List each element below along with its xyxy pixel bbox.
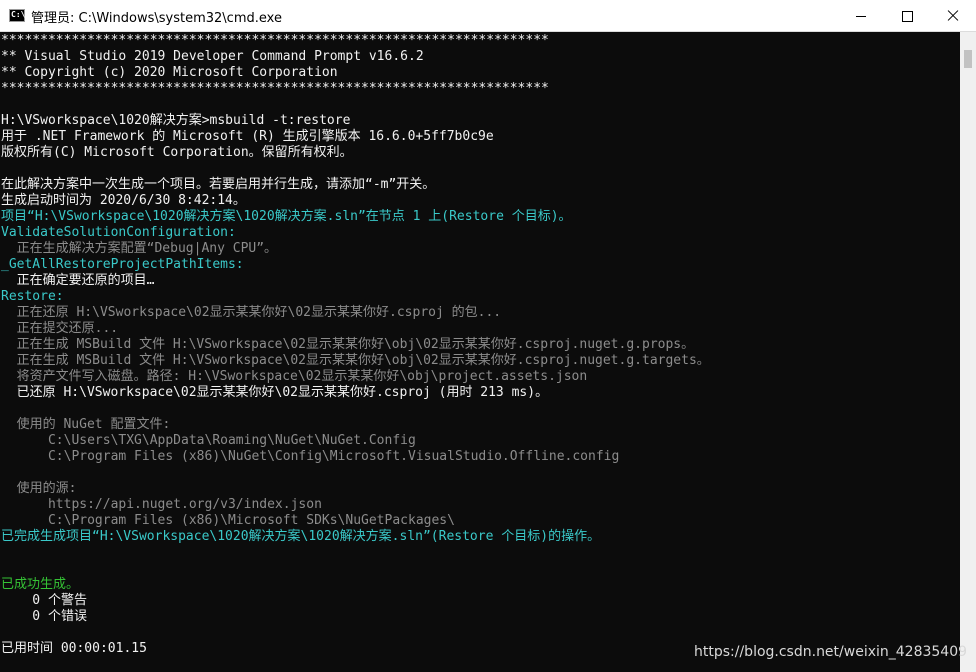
maximize-button[interactable] bbox=[884, 0, 930, 32]
maximize-icon bbox=[901, 10, 913, 22]
console-line: 正在确定要还原的项目… bbox=[1, 273, 155, 288]
console-line: 正在生成解决方案配置“Debug|Any CPU”。 bbox=[1, 241, 278, 256]
console-line: 版权所有(C) Microsoft Corporation。保留所有权利。 bbox=[1, 145, 353, 160]
console-line: C:\Program Files (x86)\Microsoft SDKs\Nu… bbox=[1, 513, 455, 528]
title-bar[interactable]: C:\ 管理员: C:\Windows\system32\cmd.exe bbox=[0, 0, 976, 32]
console-line: 0 个警告 bbox=[1, 593, 87, 608]
console-line: 已还原 H:\VSworkspace\02显示某某你好\02显示某某你好.csp… bbox=[1, 385, 549, 400]
scrollbar-thumb[interactable] bbox=[964, 50, 972, 68]
console-line: 正在还原 H:\VSworkspace\02显示某某你好\02显示某某你好.cs… bbox=[1, 305, 502, 320]
console-line: 用于 .NET Framework 的 Microsoft (R) 生成引擎版本… bbox=[1, 129, 494, 144]
console-line: 项目“H:\VSworkspace\1020解决方案\1020解决方案.sln”… bbox=[1, 209, 572, 224]
console-line: H:\VSworkspace\1020解决方案>msbuild -t:resto… bbox=[1, 113, 351, 128]
console-line: ** Visual Studio 2019 Developer Command … bbox=[1, 49, 424, 64]
console-line: Restore: bbox=[1, 289, 64, 304]
console-line: 已用时间 00:00:01.15 bbox=[1, 641, 147, 656]
console-line: 使用的 NuGet 配置文件: bbox=[1, 417, 171, 432]
console-line: _GetAllRestoreProjectPathItems: bbox=[1, 257, 244, 272]
console-line: 生成启动时间为 2020/6/30 8:42:14。 bbox=[1, 193, 246, 208]
console-line: 使用的源: bbox=[1, 481, 77, 496]
minimize-button[interactable] bbox=[838, 0, 884, 32]
console-line: 在此解决方案中一次生成一个项目。若要启用并行生成，请添加“-m”开关。 bbox=[1, 177, 436, 192]
console-line: 已完成生成项目“H:\VSworkspace\1020解决方案\1020解决方案… bbox=[1, 529, 601, 544]
console-line: 正在提交还原... bbox=[1, 321, 119, 336]
window-title: 管理员: C:\Windows\system32\cmd.exe bbox=[31, 11, 282, 26]
console-line: C:\Program Files (x86)\NuGet\Config\Micr… bbox=[1, 449, 620, 464]
console-line: 将资产文件写入磁盘。路径: H:\VSworkspace\02显示某某你好\ob… bbox=[1, 369, 588, 384]
minimize-icon bbox=[856, 15, 866, 17]
console-line: https://api.nuget.org/v3/index.json bbox=[1, 497, 322, 512]
console-output[interactable]: ****************************************… bbox=[0, 32, 960, 672]
console-line: ****************************************… bbox=[1, 81, 549, 96]
console-line: 0 个错误 bbox=[1, 609, 87, 624]
close-button[interactable] bbox=[930, 0, 976, 32]
console-line: 已成功生成。 bbox=[1, 577, 80, 592]
console-line: ****************************************… bbox=[1, 33, 549, 48]
console-line: 正在生成 MSBuild 文件 H:\VSworkspace\02显示某某你好\… bbox=[1, 353, 710, 368]
console-line: C:\Users\TXG\AppData\Roaming\NuGet\NuGet… bbox=[1, 433, 416, 448]
console-line: 正在生成 MSBuild 文件 H:\VSworkspace\02显示某某你好\… bbox=[1, 337, 695, 352]
watermark-text: https://blog.csdn.net/weixin_42835409 bbox=[694, 644, 968, 660]
cmd-icon[interactable]: C:\ bbox=[9, 9, 25, 22]
console-line: ** Copyright (c) 2020 Microsoft Corporat… bbox=[1, 65, 338, 80]
vertical-scrollbar[interactable] bbox=[960, 32, 976, 672]
console-line: ValidateSolutionConfiguration: bbox=[1, 225, 236, 240]
close-icon bbox=[947, 10, 959, 22]
